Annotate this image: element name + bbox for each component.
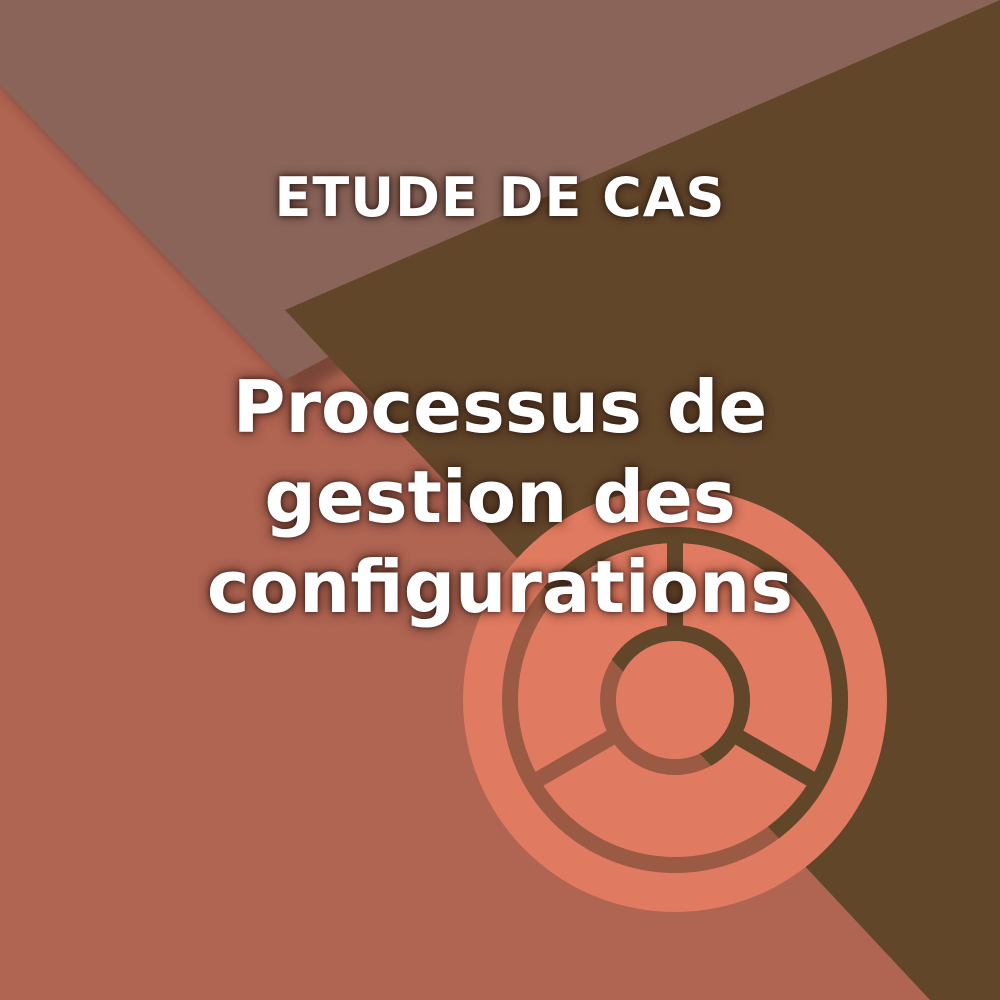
page-title: Processus de gestion des configurations (0, 362, 1000, 632)
case-study-label: ETUDE DE CAS (274, 166, 726, 229)
title-line-1: Processus de (232, 365, 768, 449)
case-study-tile: ETUDE DE CAS Processus de gestion des co… (0, 0, 1000, 1000)
title-line-2: gestion des (264, 455, 736, 539)
title-line-3: configurations (206, 545, 794, 629)
